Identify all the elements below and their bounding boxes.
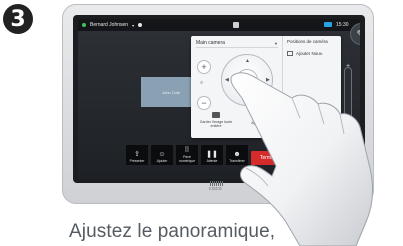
share-label: Présenter	[129, 159, 145, 163]
camera-source-value: Main camera	[196, 40, 225, 46]
caller-name[interactable]: Bernard Johnsen	[90, 22, 128, 28]
pan-right-icon[interactable]: ▶	[266, 77, 270, 83]
magnifier-icon: ⌕	[200, 80, 204, 86]
touch-panel-device: Bernard Johnsen ▾ 15:30 John Cole ✎ Main…	[62, 4, 374, 204]
camera-control-panel: Main camera ▼ + ⌕ − ▲ ▼ ◀ ▶ Garder l’ima…	[191, 36, 341, 138]
device-bezel: Bernard Johnsen ▾ 15:30 John Cole ✎ Main…	[73, 15, 365, 183]
info-icon[interactable]	[138, 23, 143, 27]
add-participant-icon: ☺	[158, 151, 166, 158]
presence-dot-icon	[82, 23, 86, 27]
pin-icon[interactable]: ✎	[350, 23, 360, 45]
keep-full-image-button[interactable]: Garder l’image toute entière	[197, 112, 235, 136]
hold-button[interactable]: ❚❚ Attente	[201, 145, 223, 165]
pan-left-icon[interactable]: ◀	[225, 77, 229, 83]
clock-time: 15:30	[336, 22, 349, 28]
add-participant-button[interactable]: ☺ Ajouter	[151, 145, 173, 165]
volume-slider[interactable]	[344, 67, 352, 167]
end-call-button[interactable]: Termi	[251, 151, 281, 165]
pan-tilt-center[interactable]	[236, 69, 258, 91]
camera-icon	[233, 22, 239, 28]
tilt-down-icon[interactable]: ▼	[245, 97, 250, 103]
enlarge-label: Agrandir	[251, 121, 265, 125]
keypad-label: Pavé numérique	[178, 155, 196, 163]
chevron-down-icon: ▾	[132, 22, 135, 28]
add-preset-label: Ajouter Nouv.	[296, 51, 323, 56]
camera-active-icon	[324, 22, 332, 27]
step-number-badge: 3	[3, 4, 33, 34]
transfer-button[interactable]: ☻ Transférer	[226, 145, 248, 165]
pan-tilt-pad[interactable]: ▲ ▼ ◀ ▶	[221, 54, 273, 106]
chevron-down-icon: ▼	[274, 40, 278, 46]
zoom-in-button[interactable]: +	[197, 60, 211, 74]
instruction-caption: Ajustez le panoramique,	[69, 221, 276, 242]
end-call-label: Termi	[259, 155, 273, 161]
status-bar: Bernard Johnsen ▾	[78, 19, 360, 31]
transfer-icon: ☻	[233, 151, 241, 158]
camera-control-left: Main camera ▼ + ⌕ − ▲ ▼ ◀ ▶ Garder l’ima…	[191, 36, 283, 138]
camera-source-select[interactable]: Main camera ▼	[196, 39, 278, 48]
tilt-up-icon[interactable]: ▲	[245, 58, 250, 64]
device-brand: cisco	[209, 186, 222, 192]
zoom-out-button[interactable]: −	[197, 96, 211, 110]
share-icon: ⇪	[134, 151, 140, 158]
hold-label: Attente	[206, 159, 218, 163]
share-button[interactable]: ⇪ Présenter	[126, 145, 148, 165]
enlarge-button[interactable]: ⤢ Agrandir	[239, 112, 277, 136]
add-preset-button[interactable]: Ajouter Nouv.	[287, 51, 323, 56]
transfer-label: Transférer	[229, 159, 245, 163]
add-participant-label: Ajouter	[156, 159, 168, 163]
keypad-button[interactable]: ⠿ Pavé numérique	[176, 145, 198, 165]
call-toolbar: ⇪ Présenter ☺ Ajouter ⠿ Pavé numérique ❚…	[126, 145, 306, 165]
expand-icon: ⤢	[255, 112, 261, 119]
zoom-in-label: +	[201, 61, 207, 72]
person-icon	[212, 112, 220, 118]
pause-icon: ❚❚	[206, 151, 218, 158]
add-preset-icon	[287, 51, 293, 56]
zoom-out-label: −	[201, 97, 207, 108]
keypad-icon: ⠿	[184, 147, 190, 154]
device-screen: Bernard Johnsen ▾ 15:30 John Cole ✎ Main…	[78, 19, 360, 179]
keep-full-image-label: Garder l’image toute entière	[199, 120, 233, 128]
camera-presets-title: Positions de caméra	[287, 39, 328, 44]
remote-participant-name: John Cole	[161, 89, 180, 95]
